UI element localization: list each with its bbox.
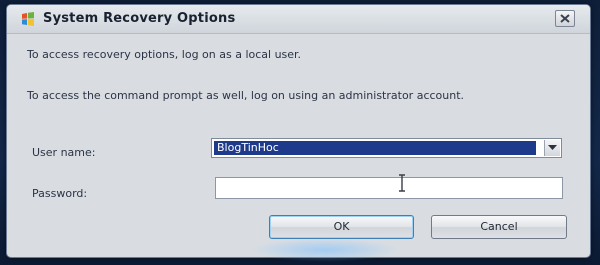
- username-label: User name:: [32, 146, 96, 159]
- text-cursor-icon: [399, 174, 405, 192]
- title-bar[interactable]: System Recovery Options: [7, 5, 590, 34]
- username-selected-value: BlogTinHoc: [214, 141, 536, 155]
- instruction-administrator: To access the command prompt as well, lo…: [27, 89, 465, 102]
- cancel-button[interactable]: Cancel: [431, 215, 567, 239]
- ok-button[interactable]: OK: [269, 215, 414, 239]
- system-recovery-dialog: System Recovery Options To access recove…: [6, 4, 591, 258]
- username-dropdown[interactable]: BlogTinHoc: [211, 138, 562, 158]
- window-title: System Recovery Options: [43, 11, 236, 26]
- instruction-local-user: To access recovery options, log on as a …: [27, 48, 302, 61]
- password-label: Password:: [32, 187, 88, 200]
- dropdown-button[interactable]: [544, 140, 560, 156]
- close-button[interactable]: [555, 10, 575, 27]
- windows-flag-icon: [21, 11, 35, 27]
- chevron-down-icon: [548, 145, 557, 150]
- password-field[interactable]: [215, 177, 563, 199]
- close-icon: [560, 14, 570, 23]
- desktop-background: System Recovery Options To access recove…: [0, 0, 600, 265]
